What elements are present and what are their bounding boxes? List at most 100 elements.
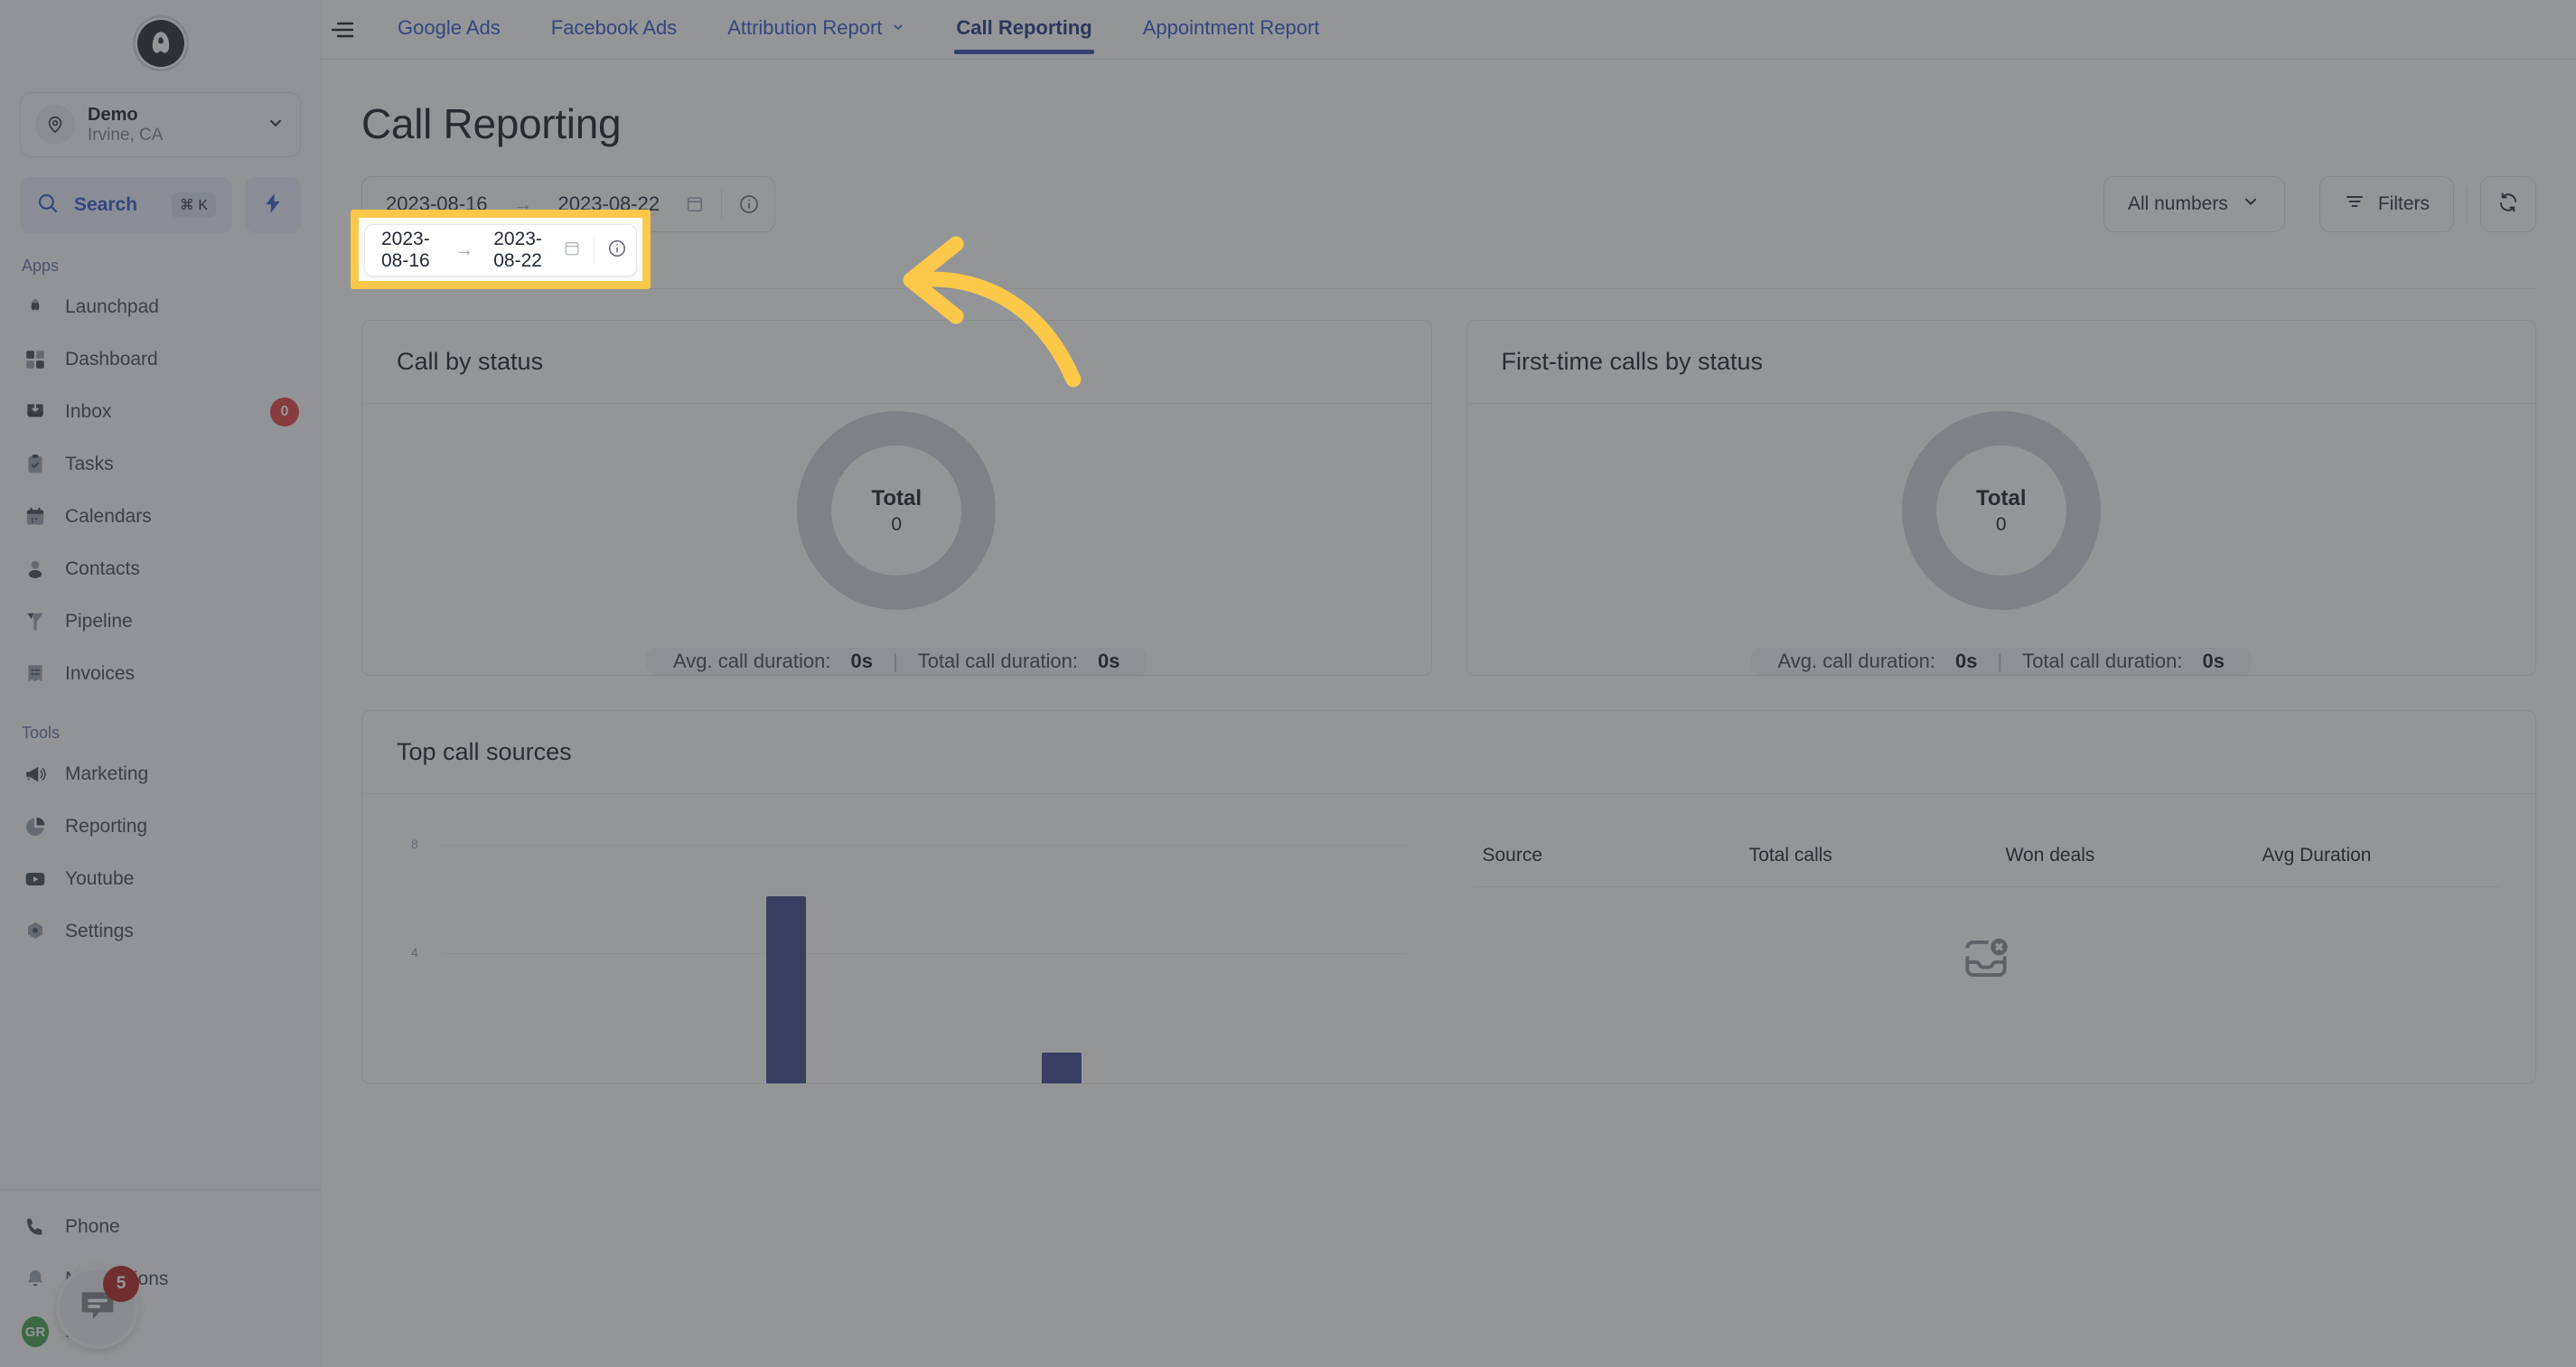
- sidebar-bottom: Phone Notifications GR Profile: [0, 1189, 321, 1367]
- search-shortcut: ⌘ K: [171, 192, 216, 218]
- launchpad-icon: [22, 294, 49, 321]
- calendar-icon[interactable]: [685, 194, 705, 214]
- calendar-icon[interactable]: [563, 239, 581, 262]
- sidebar-item-calendars[interactable]: Calendars: [0, 491, 321, 543]
- filter-icon: [2344, 191, 2365, 218]
- sidebar-item-contacts[interactable]: Contacts: [0, 543, 321, 595]
- sidebar-item-profile[interactable]: GR Profile: [0, 1306, 321, 1358]
- chevron-down-icon[interactable]: [266, 113, 286, 137]
- tab-label: Attribution Report: [727, 16, 883, 39]
- sidebar-item-dashboard[interactable]: Dashboard: [0, 333, 321, 386]
- highlighted-date-range-picker[interactable]: 2023-08-16 → 2023-08-22: [364, 224, 637, 276]
- numbers-select[interactable]: All numbers: [2103, 176, 2285, 232]
- sidebar-item-settings[interactable]: Settings: [0, 905, 321, 958]
- sidebar-item-phone[interactable]: Phone: [0, 1201, 321, 1253]
- sidebar-item-label: Dashboard: [65, 349, 158, 370]
- card-top-call-sources: Top call sources 8 4 Source Total calls …: [361, 710, 2536, 1084]
- donut-total-value: 0: [891, 513, 903, 535]
- search-input[interactable]: Search ⌘ K: [20, 177, 232, 233]
- sidebar-item-youtube[interactable]: Youtube: [0, 853, 321, 905]
- date-end-value[interactable]: 2023-08-22: [486, 229, 554, 272]
- sidebar-item-notifications[interactable]: Notifications: [0, 1253, 321, 1306]
- divider: [2467, 186, 2468, 222]
- donut-total-label: Total: [871, 485, 923, 510]
- y-axis-tick: 4: [411, 945, 418, 960]
- location-sub: Irvine, CA: [88, 125, 164, 145]
- top-nav-bar: Google Ads Facebook Ads Attribution Repo…: [322, 0, 2576, 60]
- sidebar-item-pipeline[interactable]: Pipeline: [0, 595, 321, 648]
- lightning-bolt-icon: [261, 190, 285, 221]
- main-area: Google Ads Facebook Ads Attribution Repo…: [322, 0, 2576, 1367]
- contacts-icon: [22, 556, 49, 583]
- avatar-initials: GR: [22, 1316, 49, 1347]
- card-title: Call by status: [362, 321, 1431, 404]
- bar-series: [442, 834, 1407, 1083]
- filters-button[interactable]: Filters: [2318, 176, 2454, 232]
- tab-facebook-ads[interactable]: Facebook Ads: [526, 0, 702, 54]
- hamburger-icon[interactable]: [322, 0, 372, 60]
- numbers-select-label: All numbers: [2127, 193, 2228, 214]
- sidebar-item-invoices[interactable]: Invoices: [0, 648, 321, 700]
- sidebar-item-label: Marketing: [65, 763, 149, 784]
- card-title: Top call sources: [362, 711, 2535, 794]
- chevron-down-icon: [2241, 192, 2261, 217]
- no-data-icon: [1958, 931, 2014, 991]
- sidebar-item-label: Phone: [65, 1216, 120, 1237]
- toolbar-row: 2023-08-16 → 2023-08-22 All numbers Filt…: [361, 172, 2536, 237]
- sidebar-item-tasks[interactable]: Tasks: [0, 438, 321, 491]
- divider: [594, 237, 595, 264]
- sidebar-item-launchpad[interactable]: Launchpad: [0, 281, 321, 333]
- tab-call-reporting[interactable]: Call Reporting: [931, 0, 1117, 54]
- donut-total-value: 0: [1995, 513, 2007, 535]
- separator: |: [892, 650, 898, 672]
- sidebar: Demo Irvine, CA Search ⌘ K Apps Launchpa…: [0, 0, 322, 1367]
- card-body: Total 0 Avg. call duration: 0s | Total c…: [1467, 404, 2536, 675]
- avg-duration-label: Avg. call duration:: [673, 650, 831, 672]
- status-cards-row: Call by status Total 0 Avg. call duratio…: [361, 320, 2536, 676]
- info-icon[interactable]: [607, 239, 627, 263]
- tab-attribution-report[interactable]: Attribution Report: [702, 0, 931, 54]
- info-icon[interactable]: [738, 193, 760, 215]
- tab-google-ads[interactable]: Google Ads: [372, 0, 526, 54]
- sidebar-item-inbox[interactable]: Inbox 0: [0, 386, 321, 438]
- refresh-button[interactable]: [2480, 176, 2536, 232]
- sidebar-item-marketing[interactable]: Marketing: [0, 748, 321, 801]
- tab-label: Google Ads: [398, 16, 501, 39]
- tab-label: Facebook Ads: [550, 16, 678, 39]
- tab-label: Call Reporting: [956, 16, 1092, 39]
- tab-appointment-report[interactable]: Appointment Report: [1118, 0, 1345, 54]
- megaphone-icon: [22, 761, 49, 788]
- sidebar-item-label: Invoices: [65, 663, 136, 684]
- pie-chart-icon: [22, 813, 49, 840]
- sidebar-section-label-apps: Apps: [22, 257, 60, 275]
- sidebar-item-label: Reporting: [65, 816, 148, 837]
- bell-icon: [22, 1266, 49, 1293]
- inbox-icon: [22, 398, 49, 426]
- avg-duration-label: Avg. call duration:: [1777, 650, 1935, 672]
- donut-center: Total 0: [1935, 445, 2066, 576]
- tab-label: Appointment Report: [1142, 16, 1320, 39]
- column-header-source: Source: [1473, 825, 1740, 887]
- card-body: Total 0 Avg. call duration: 0s | Total c…: [362, 404, 1431, 675]
- search-row: Search ⌘ K: [20, 177, 301, 233]
- sidebar-item-label: Youtube: [65, 868, 135, 889]
- date-range-picker-highlighted[interactable]: 2023-08-16 → 2023-08-22: [364, 224, 637, 276]
- chat-widget-button[interactable]: 5: [56, 1266, 139, 1349]
- gear-icon: [22, 918, 49, 945]
- date-start-value[interactable]: 2023-08-16: [374, 229, 442, 272]
- location-switcher[interactable]: Demo Irvine, CA: [20, 92, 301, 157]
- app-logo[interactable]: [132, 15, 189, 71]
- search-icon: [36, 192, 60, 220]
- pipeline-icon: [22, 608, 49, 635]
- report-tabs: Google Ads Facebook Ads Attribution Repo…: [372, 0, 1344, 54]
- sidebar-item-reporting[interactable]: Reporting: [0, 801, 321, 853]
- filters-label: Filters: [2377, 193, 2430, 214]
- table-empty-state: [1474, 887, 2500, 991]
- column-header-avg-duration: Avg Duration: [2253, 825, 2499, 887]
- duration-summary: Avg. call duration: 0s | Total call dura…: [1750, 648, 2252, 675]
- youtube-icon: [22, 866, 49, 893]
- quick-actions-button[interactable]: [245, 177, 301, 233]
- sidebar-nav-tools: Marketing Reporting Youtube Settings: [0, 748, 321, 958]
- direction-tabs: Incoming Outgoing: [361, 246, 2536, 289]
